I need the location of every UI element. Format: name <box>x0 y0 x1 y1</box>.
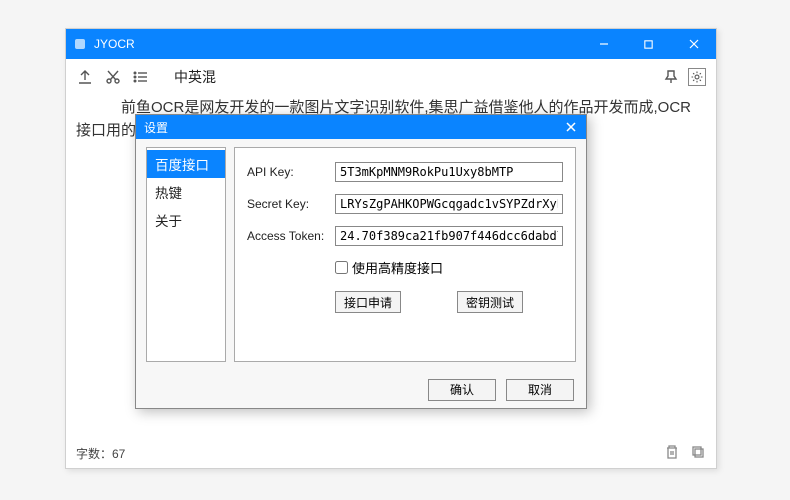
test-key-button[interactable]: 密钥测试 <box>457 291 523 313</box>
statusbar: 字数：67 <box>66 438 716 468</box>
row-api-key: API Key: <box>247 162 563 182</box>
copy-icon[interactable] <box>690 444 706 463</box>
tab-about[interactable]: 关于 <box>147 206 225 234</box>
access-token-input[interactable] <box>335 226 563 246</box>
settings-dialog: 设置 百度接口 热键 关于 API Key: Secret Key: Acces… <box>135 114 587 409</box>
dialog-footer: 确认 取消 <box>136 370 586 408</box>
char-count: 字数：67 <box>76 445 125 462</box>
toolbar-left: 中英混 <box>76 67 216 87</box>
mode-label[interactable]: 中英混 <box>174 67 216 87</box>
window-controls <box>581 29 716 59</box>
toolbar-right <box>662 68 706 86</box>
apply-api-button[interactable]: 接口申请 <box>335 291 401 313</box>
dialog-body: 百度接口 热键 关于 API Key: Secret Key: Access T… <box>136 139 586 370</box>
pin-icon[interactable] <box>662 68 680 86</box>
maximize-button[interactable] <box>626 29 671 59</box>
minimize-button[interactable] <box>581 29 626 59</box>
app-icon <box>72 36 88 52</box>
ok-button[interactable]: 确认 <box>428 379 496 401</box>
list-icon[interactable] <box>132 68 150 86</box>
secret-key-label: Secret Key: <box>247 197 335 211</box>
dialog-titlebar: 设置 <box>136 115 586 139</box>
tab-hotkey[interactable]: 热键 <box>147 178 225 206</box>
statusbar-right <box>664 444 706 463</box>
tab-baidu-api[interactable]: 百度接口 <box>147 150 225 178</box>
api-key-label: API Key: <box>247 165 335 179</box>
cancel-button[interactable]: 取消 <box>506 379 574 401</box>
tab-list: 百度接口 热键 关于 <box>146 147 226 362</box>
button-row: 接口申请 密钥测试 <box>335 291 563 313</box>
high-precision-checkbox[interactable] <box>335 261 348 274</box>
upload-icon[interactable] <box>76 68 94 86</box>
api-key-input[interactable] <box>335 162 563 182</box>
main-titlebar: JYOCR <box>66 29 716 59</box>
settings-panel: API Key: Secret Key: Access Token: 使用高精度… <box>234 147 576 362</box>
close-button[interactable] <box>671 29 716 59</box>
window-title: JYOCR <box>94 37 581 51</box>
high-precision-label: 使用高精度接口 <box>352 258 443 277</box>
dialog-title: 设置 <box>144 119 168 136</box>
gear-icon[interactable] <box>688 68 706 86</box>
access-token-label: Access Token: <box>247 229 335 243</box>
row-access-token: Access Token: <box>247 226 563 246</box>
scissors-icon[interactable] <box>104 68 122 86</box>
row-secret-key: Secret Key: <box>247 194 563 214</box>
secret-key-input[interactable] <box>335 194 563 214</box>
row-high-precision: 使用高精度接口 <box>335 258 563 277</box>
dialog-close-button[interactable] <box>556 115 586 139</box>
trash-icon[interactable] <box>664 444 680 463</box>
toolbar: 中英混 <box>66 59 716 95</box>
text-line-2: 接口用的 <box>76 122 136 139</box>
